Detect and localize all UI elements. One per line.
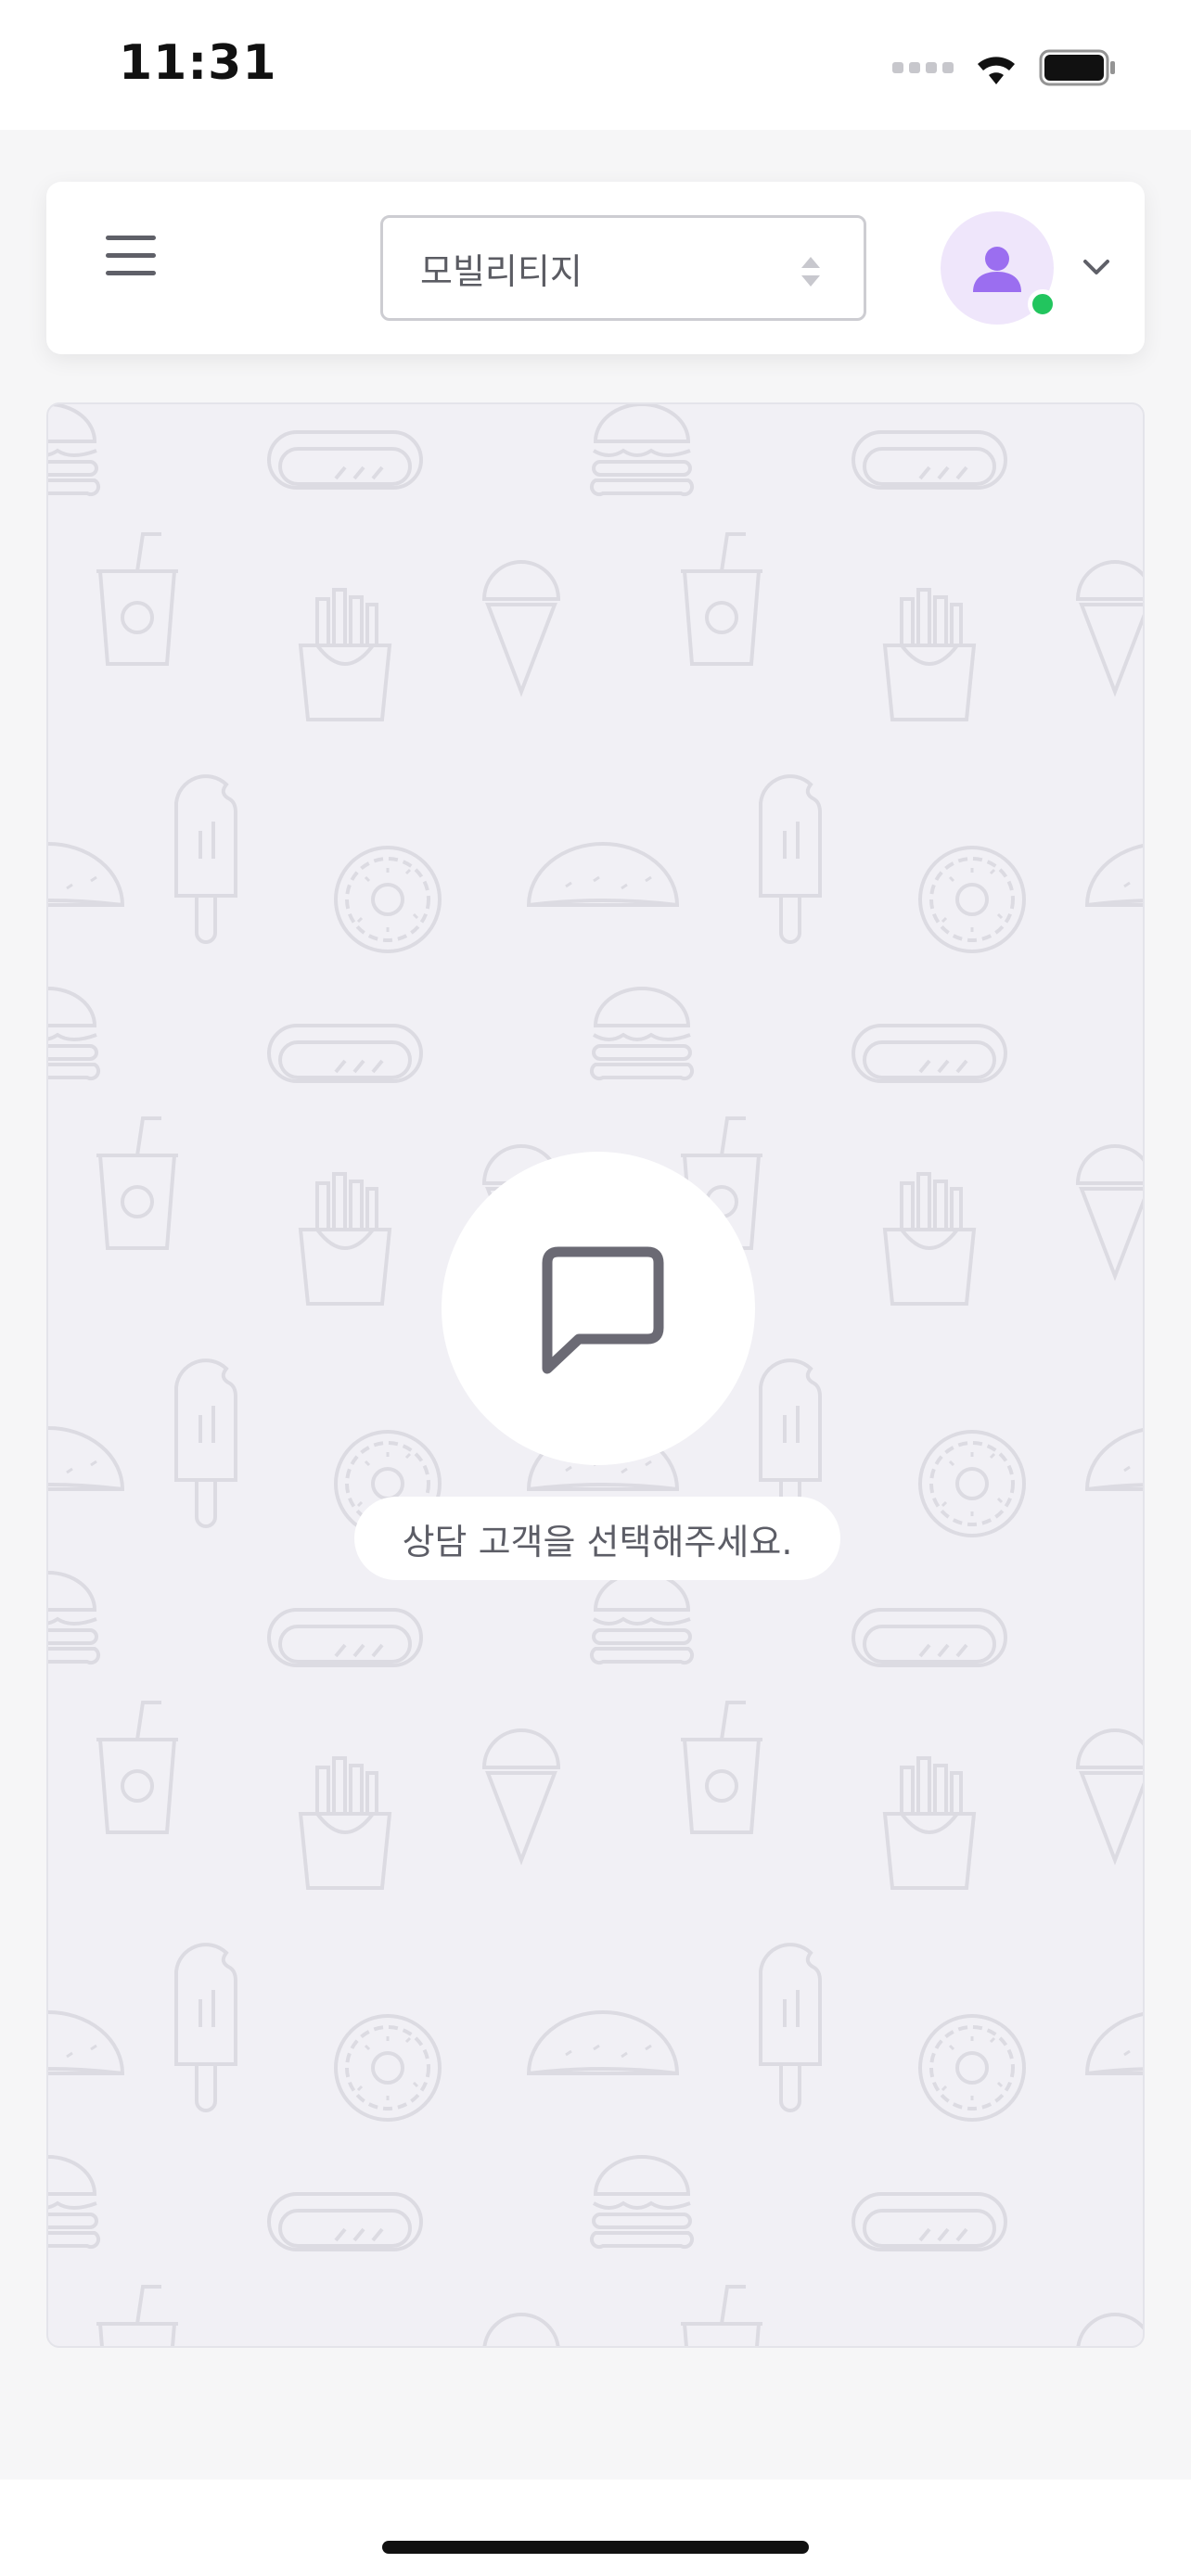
status-icons xyxy=(892,45,1117,91)
empty-state-message: 상담 고객을 선택해주세요. xyxy=(402,1521,793,1562)
battery-icon xyxy=(1039,49,1115,86)
chat-area: 상담 고객을 선택해주세요. xyxy=(46,402,1145,2348)
home-indicator[interactable] xyxy=(382,2541,809,2554)
bottom-bar xyxy=(0,2480,1191,2576)
status-bar: 11:31 xyxy=(0,0,1191,130)
sort-arrows-icon xyxy=(801,257,820,287)
empty-state-icon-circle xyxy=(442,1152,755,1465)
online-status-dot xyxy=(1028,289,1057,319)
wifi-icon xyxy=(978,57,1015,84)
signal-icon xyxy=(892,62,954,73)
user-icon xyxy=(973,247,1021,292)
organization-select[interactable]: 모빌리티지 xyxy=(380,215,866,321)
status-time: 11:31 xyxy=(119,35,277,91)
user-avatar[interactable] xyxy=(941,211,1057,325)
hamburger-menu-icon xyxy=(106,236,163,275)
top-header: 모빌리티지 xyxy=(46,182,1145,354)
empty-state-message-pill: 상담 고객을 선택해주세요. xyxy=(354,1497,840,1580)
chevron-down-icon[interactable] xyxy=(1078,249,1115,286)
organization-select-value: 모빌리티지 xyxy=(420,250,583,292)
chat-bubble-icon xyxy=(542,1246,664,1374)
app-screen: 모빌리티지 상담 고객을 선택해주세요. xyxy=(0,130,1191,2480)
menu-button[interactable] xyxy=(106,236,163,293)
